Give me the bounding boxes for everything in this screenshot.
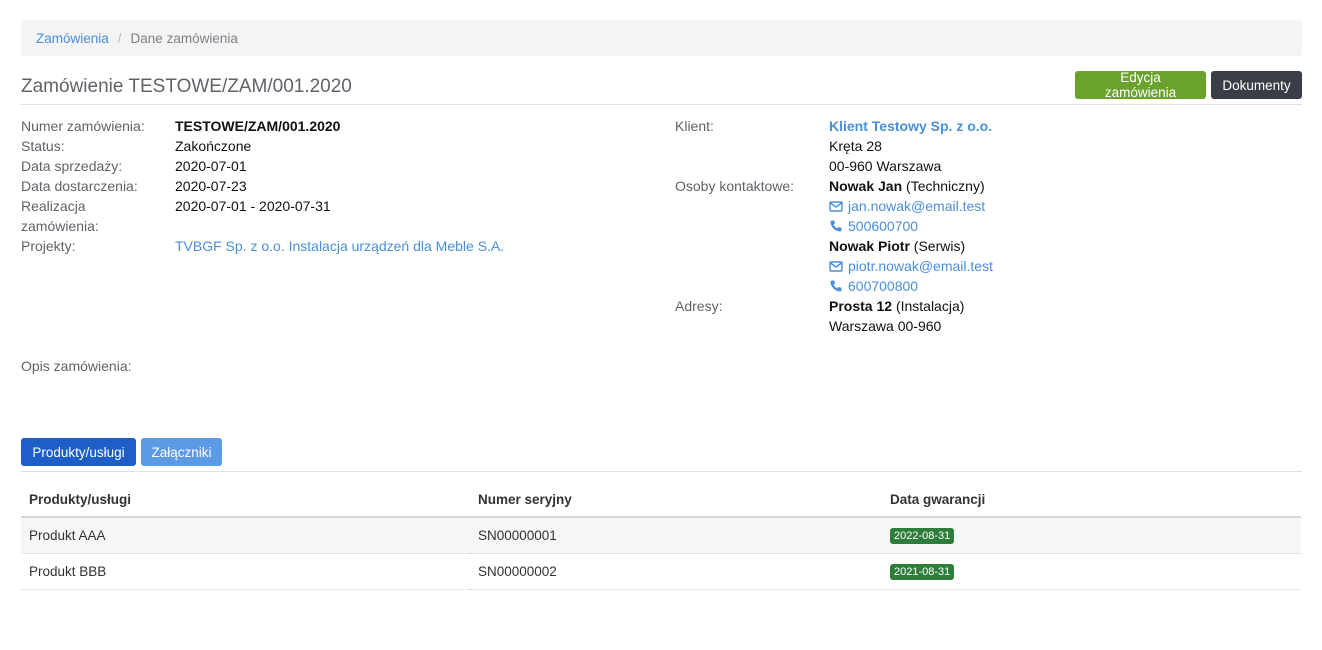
page-title: Zamówienie TESTOWE/ZAM/001.2020	[21, 76, 352, 97]
contact-email-link[interactable]: piotr.nowak@email.test	[829, 256, 993, 276]
contact-phone-link[interactable]: 600700800	[829, 276, 918, 296]
order-number-label: Numer zamówienia:	[21, 118, 145, 134]
contact-role: (Techniczny)	[906, 178, 985, 194]
column-header-warranty[interactable]: Data gwarancji	[882, 482, 1301, 518]
sale-date-value: 2020-07-01	[175, 158, 247, 174]
envelope-icon	[829, 201, 843, 212]
sale-date-label: Data sprzedaży:	[21, 158, 123, 174]
warranty-badge: 2021-08-31	[890, 564, 955, 580]
projects-label: Projekty:	[21, 238, 76, 254]
documents-button[interactable]: Dokumenty	[1211, 71, 1302, 99]
tabs-divider	[21, 471, 1302, 472]
delivery-date-label: Data dostarczenia:	[21, 178, 138, 194]
contact-person: Nowak Piotr (Serwis)	[829, 236, 965, 256]
warranty-cell: 2021-08-31	[882, 553, 1301, 590]
addresses-label: Adresy:	[675, 298, 723, 314]
serial-cell: SN00000001	[470, 517, 882, 554]
phone-icon	[830, 280, 842, 292]
description-label: Opis zamówienia:	[21, 358, 132, 374]
table-header-row: Produkty/usługi Numer seryjny Data gwara…	[21, 482, 1301, 518]
address-type: (Instalacja)	[895, 298, 965, 314]
envelope-icon	[829, 261, 843, 272]
address-city: Warszawa 00-960	[829, 318, 942, 334]
table-row[interactable]: Produkt BBB SN00000002 2021-08-31	[21, 553, 1301, 590]
delivery-date-value: 2020-07-23	[175, 178, 247, 194]
project-link[interactable]: TVBGF Sp. z o.o. Instalacja urządzeń dla…	[175, 236, 504, 256]
column-header-serial[interactable]: Numer seryjny	[470, 482, 882, 518]
order-number-value: TESTOWE/ZAM/001.2020	[175, 118, 341, 134]
breadcrumb-separator: /	[117, 30, 122, 46]
client-name-link[interactable]: Klient Testowy Sp. z o.o.	[829, 116, 992, 136]
contact-role: (Serwis)	[913, 238, 966, 254]
contact-phone: 600700800	[848, 278, 919, 294]
address-street: Prosta 12	[829, 298, 893, 314]
table-row[interactable]: Produkt AAA SN00000001 2022-08-31	[21, 517, 1301, 554]
contact-email: jan.nowak@email.test	[848, 198, 986, 214]
client-label: Klient:	[675, 118, 714, 134]
tab-products[interactable]: Produkty/usługi	[21, 438, 136, 466]
edit-order-button[interactable]: Edycja zamówienia	[1075, 70, 1206, 100]
realization-label-line2: zamówienia:	[21, 218, 99, 234]
product-cell: Produkt AAA	[21, 517, 470, 554]
warranty-badge: 2022-08-31	[890, 528, 955, 544]
client-city: 00-960 Warszawa	[829, 158, 942, 174]
contact-email: piotr.nowak@email.test	[848, 258, 993, 274]
contacts-label: Osoby kontaktowe:	[675, 178, 795, 194]
products-table: Produkty/usługi Numer seryjny Data gwara…	[21, 482, 1301, 590]
product-cell: Produkt BBB	[21, 553, 470, 590]
contact-email-link[interactable]: jan.nowak@email.test	[829, 196, 985, 216]
warranty-cell: 2022-08-31	[882, 517, 1301, 554]
contact-name: Nowak Piotr	[829, 238, 910, 254]
realization-label-line1: Realizacja	[21, 198, 86, 214]
realization-value: 2020-07-01 - 2020-07-31	[175, 198, 331, 214]
serial-cell: SN00000002	[470, 553, 882, 590]
phone-icon	[830, 220, 842, 232]
breadcrumb-orders-link[interactable]: Zamówienia	[36, 31, 109, 46]
status-value: Zakończone	[175, 138, 252, 154]
breadcrumb-current: Dane zamówienia	[130, 30, 238, 46]
column-header-products[interactable]: Produkty/usługi	[21, 482, 470, 518]
tab-attachments[interactable]: Załączniki	[141, 438, 222, 466]
status-label: Status:	[21, 138, 65, 154]
client-street: Kręta 28	[829, 138, 882, 154]
address-line: Prosta 12 (Instalacja)	[829, 296, 964, 316]
contact-person: Nowak Jan (Techniczny)	[829, 176, 985, 196]
contact-phone: 500600700	[848, 218, 919, 234]
contact-phone-link[interactable]: 500600700	[829, 216, 918, 236]
breadcrumb: Zamówienia / Dane zamówienia	[21, 20, 1302, 56]
title-divider	[21, 104, 1302, 105]
contact-name: Nowak Jan	[829, 178, 903, 194]
